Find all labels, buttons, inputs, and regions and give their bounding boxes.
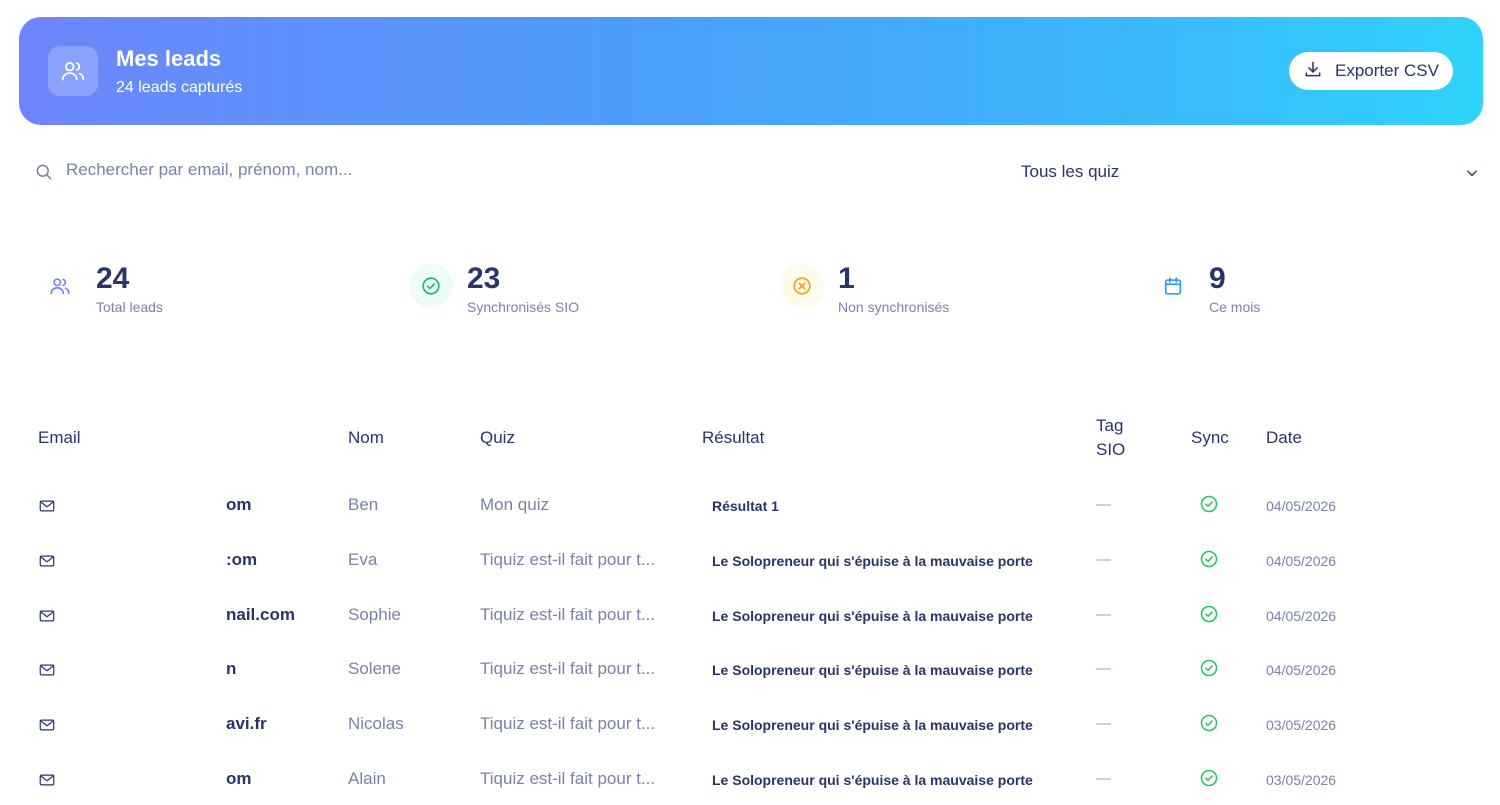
check-circle-icon bbox=[1199, 494, 1219, 521]
quiz-filter-value: Tous les quiz bbox=[1021, 162, 1120, 181]
page-title: Mes leads bbox=[116, 46, 222, 71]
table-row[interactable]: nail.com Sophie Tiquiz est-il fait pour t.… bbox=[0, 604, 1500, 659]
table-row[interactable]: om Alain Tiquiz est-il fait pour t... Le So… bbox=[0, 768, 1500, 805]
export-csv-label: Exporter CSV bbox=[1335, 61, 1439, 80]
cell-nom: Sophie bbox=[348, 604, 401, 624]
cell-date: 04/05/2026 bbox=[1266, 552, 1337, 569]
stat-value: 23 bbox=[467, 262, 501, 295]
mail-icon bbox=[38, 771, 56, 796]
column-header-sync[interactable]: Sync bbox=[1191, 426, 1229, 450]
column-header-tag-line: SIO bbox=[1096, 440, 1126, 459]
calendar-icon bbox=[1151, 264, 1195, 308]
cell-resultat: Le Solopreneur qui s'épuise à la mauvais… bbox=[712, 607, 1033, 624]
stat-value: 9 bbox=[1209, 262, 1226, 295]
cell-quiz: Mon quiz bbox=[480, 495, 549, 514]
cell-nom: Eva bbox=[348, 549, 378, 569]
stat-label: Ce mois bbox=[1209, 299, 1261, 315]
stat-synced: 23 Synchronisés SIO bbox=[409, 262, 709, 322]
quiz-filter-select[interactable]: Tous les quiz bbox=[1020, 160, 1482, 186]
mail-icon bbox=[38, 607, 56, 632]
table-row[interactable]: avi.fr Nicolas Tiquiz est-il fait pour t..… bbox=[0, 713, 1500, 768]
cell-nom: Ben bbox=[348, 495, 379, 514]
cell-quiz: Tiquiz est-il fait pour t... bbox=[480, 659, 656, 679]
stat-value: 1 bbox=[838, 262, 855, 295]
cell-date: 03/05/2026 bbox=[1266, 717, 1337, 734]
table-row[interactable]: :om Eva Tiquiz est-il fait pour t... Le Sol… bbox=[0, 549, 1500, 604]
cell-tag-sio: — bbox=[1096, 660, 1111, 678]
mail-icon bbox=[38, 716, 56, 741]
cell-nom: Solene bbox=[348, 659, 401, 679]
check-circle-icon bbox=[1199, 713, 1219, 740]
column-header-quiz[interactable]: Quiz bbox=[480, 426, 515, 450]
cell-tag-sio: — bbox=[1096, 550, 1111, 568]
cell-email: avi.fr bbox=[226, 714, 267, 734]
chevron-down-icon bbox=[1465, 166, 1479, 185]
check-circle-icon bbox=[1199, 604, 1219, 631]
users-icon bbox=[48, 46, 98, 96]
column-header-tag-sio[interactable]: Tag SIO bbox=[1096, 414, 1125, 462]
column-header-email[interactable]: Email bbox=[38, 426, 81, 450]
cell-quiz: Tiquiz est-il fait pour t... bbox=[480, 604, 656, 624]
check-circle-icon bbox=[1199, 549, 1219, 576]
search-input[interactable] bbox=[66, 155, 966, 185]
cell-email: nail.com bbox=[226, 604, 295, 624]
cell-resultat: Le Solopreneur qui s'épuise à la mauvais… bbox=[712, 662, 1033, 679]
cell-tag-sio: — bbox=[1096, 496, 1111, 513]
cell-resultat: Le Solopreneur qui s'épuise à la mauvais… bbox=[712, 772, 1033, 788]
stat-value: 24 bbox=[96, 262, 130, 295]
cell-quiz: Tiquiz est-il fait pour t... bbox=[480, 769, 656, 788]
stat-label: Non synchronisés bbox=[838, 299, 950, 315]
stat-label: Total leads bbox=[96, 299, 163, 315]
check-circle-icon bbox=[409, 264, 453, 308]
stat-label: Synchronisés SIO bbox=[467, 299, 580, 315]
page-subtitle: 24 leads capturés bbox=[116, 79, 243, 96]
cell-email: :om bbox=[226, 549, 258, 569]
mail-icon bbox=[38, 552, 56, 577]
search-icon bbox=[34, 162, 54, 187]
mail-icon bbox=[38, 661, 56, 686]
cell-quiz: Tiquiz est-il fait pour t... bbox=[480, 549, 656, 569]
cell-date: 04/05/2026 bbox=[1266, 498, 1337, 514]
cell-date: 04/05/2026 bbox=[1266, 607, 1337, 624]
cell-email: om bbox=[226, 495, 252, 514]
table-row[interactable]: om Ben Mon quiz Résultat 1 — 04/05/2026 bbox=[0, 494, 1500, 549]
header-banner: Mes leads 24 leads capturés Exporter CSV bbox=[19, 17, 1483, 125]
cell-resultat: Le Solopreneur qui s'épuise à la mauvais… bbox=[712, 552, 1033, 569]
cell-resultat: Le Solopreneur qui s'épuise à la mauvais… bbox=[712, 717, 1033, 734]
cell-tag-sio: — bbox=[1096, 770, 1111, 787]
stat-not-synced: 1 Non synchronisés bbox=[780, 262, 1080, 322]
table-row[interactable]: n Solene Tiquiz est-il fait pour t... Le So… bbox=[0, 658, 1500, 713]
column-header-nom[interactable]: Nom bbox=[348, 426, 384, 450]
x-circle-icon bbox=[780, 264, 824, 308]
cell-date: 04/05/2026 bbox=[1266, 662, 1337, 679]
check-circle-icon bbox=[1199, 658, 1219, 685]
column-header-resultat[interactable]: Résultat bbox=[702, 426, 764, 450]
mail-icon bbox=[38, 497, 56, 522]
cell-nom: Alain bbox=[348, 769, 386, 788]
column-header-tag-line: Tag bbox=[1096, 416, 1124, 435]
users-icon bbox=[38, 264, 82, 308]
export-csv-button[interactable]: Exporter CSV bbox=[1289, 52, 1453, 90]
cell-email: om bbox=[226, 769, 252, 788]
stat-this-month: 9 Ce mois bbox=[1151, 262, 1451, 322]
cell-quiz: Tiquiz est-il fait pour t... bbox=[480, 714, 656, 734]
cell-tag-sio: — bbox=[1096, 605, 1111, 623]
download-icon bbox=[1303, 59, 1323, 84]
cell-email: n bbox=[226, 659, 237, 679]
cell-nom: Nicolas bbox=[348, 714, 404, 734]
column-header-date[interactable]: Date bbox=[1266, 426, 1302, 450]
check-circle-icon bbox=[1199, 768, 1219, 795]
cell-date: 03/05/2026 bbox=[1266, 772, 1337, 788]
cell-resultat: Résultat 1 bbox=[712, 498, 779, 514]
cell-tag-sio: — bbox=[1096, 715, 1111, 733]
stat-total-leads: 24 Total leads bbox=[38, 262, 338, 322]
